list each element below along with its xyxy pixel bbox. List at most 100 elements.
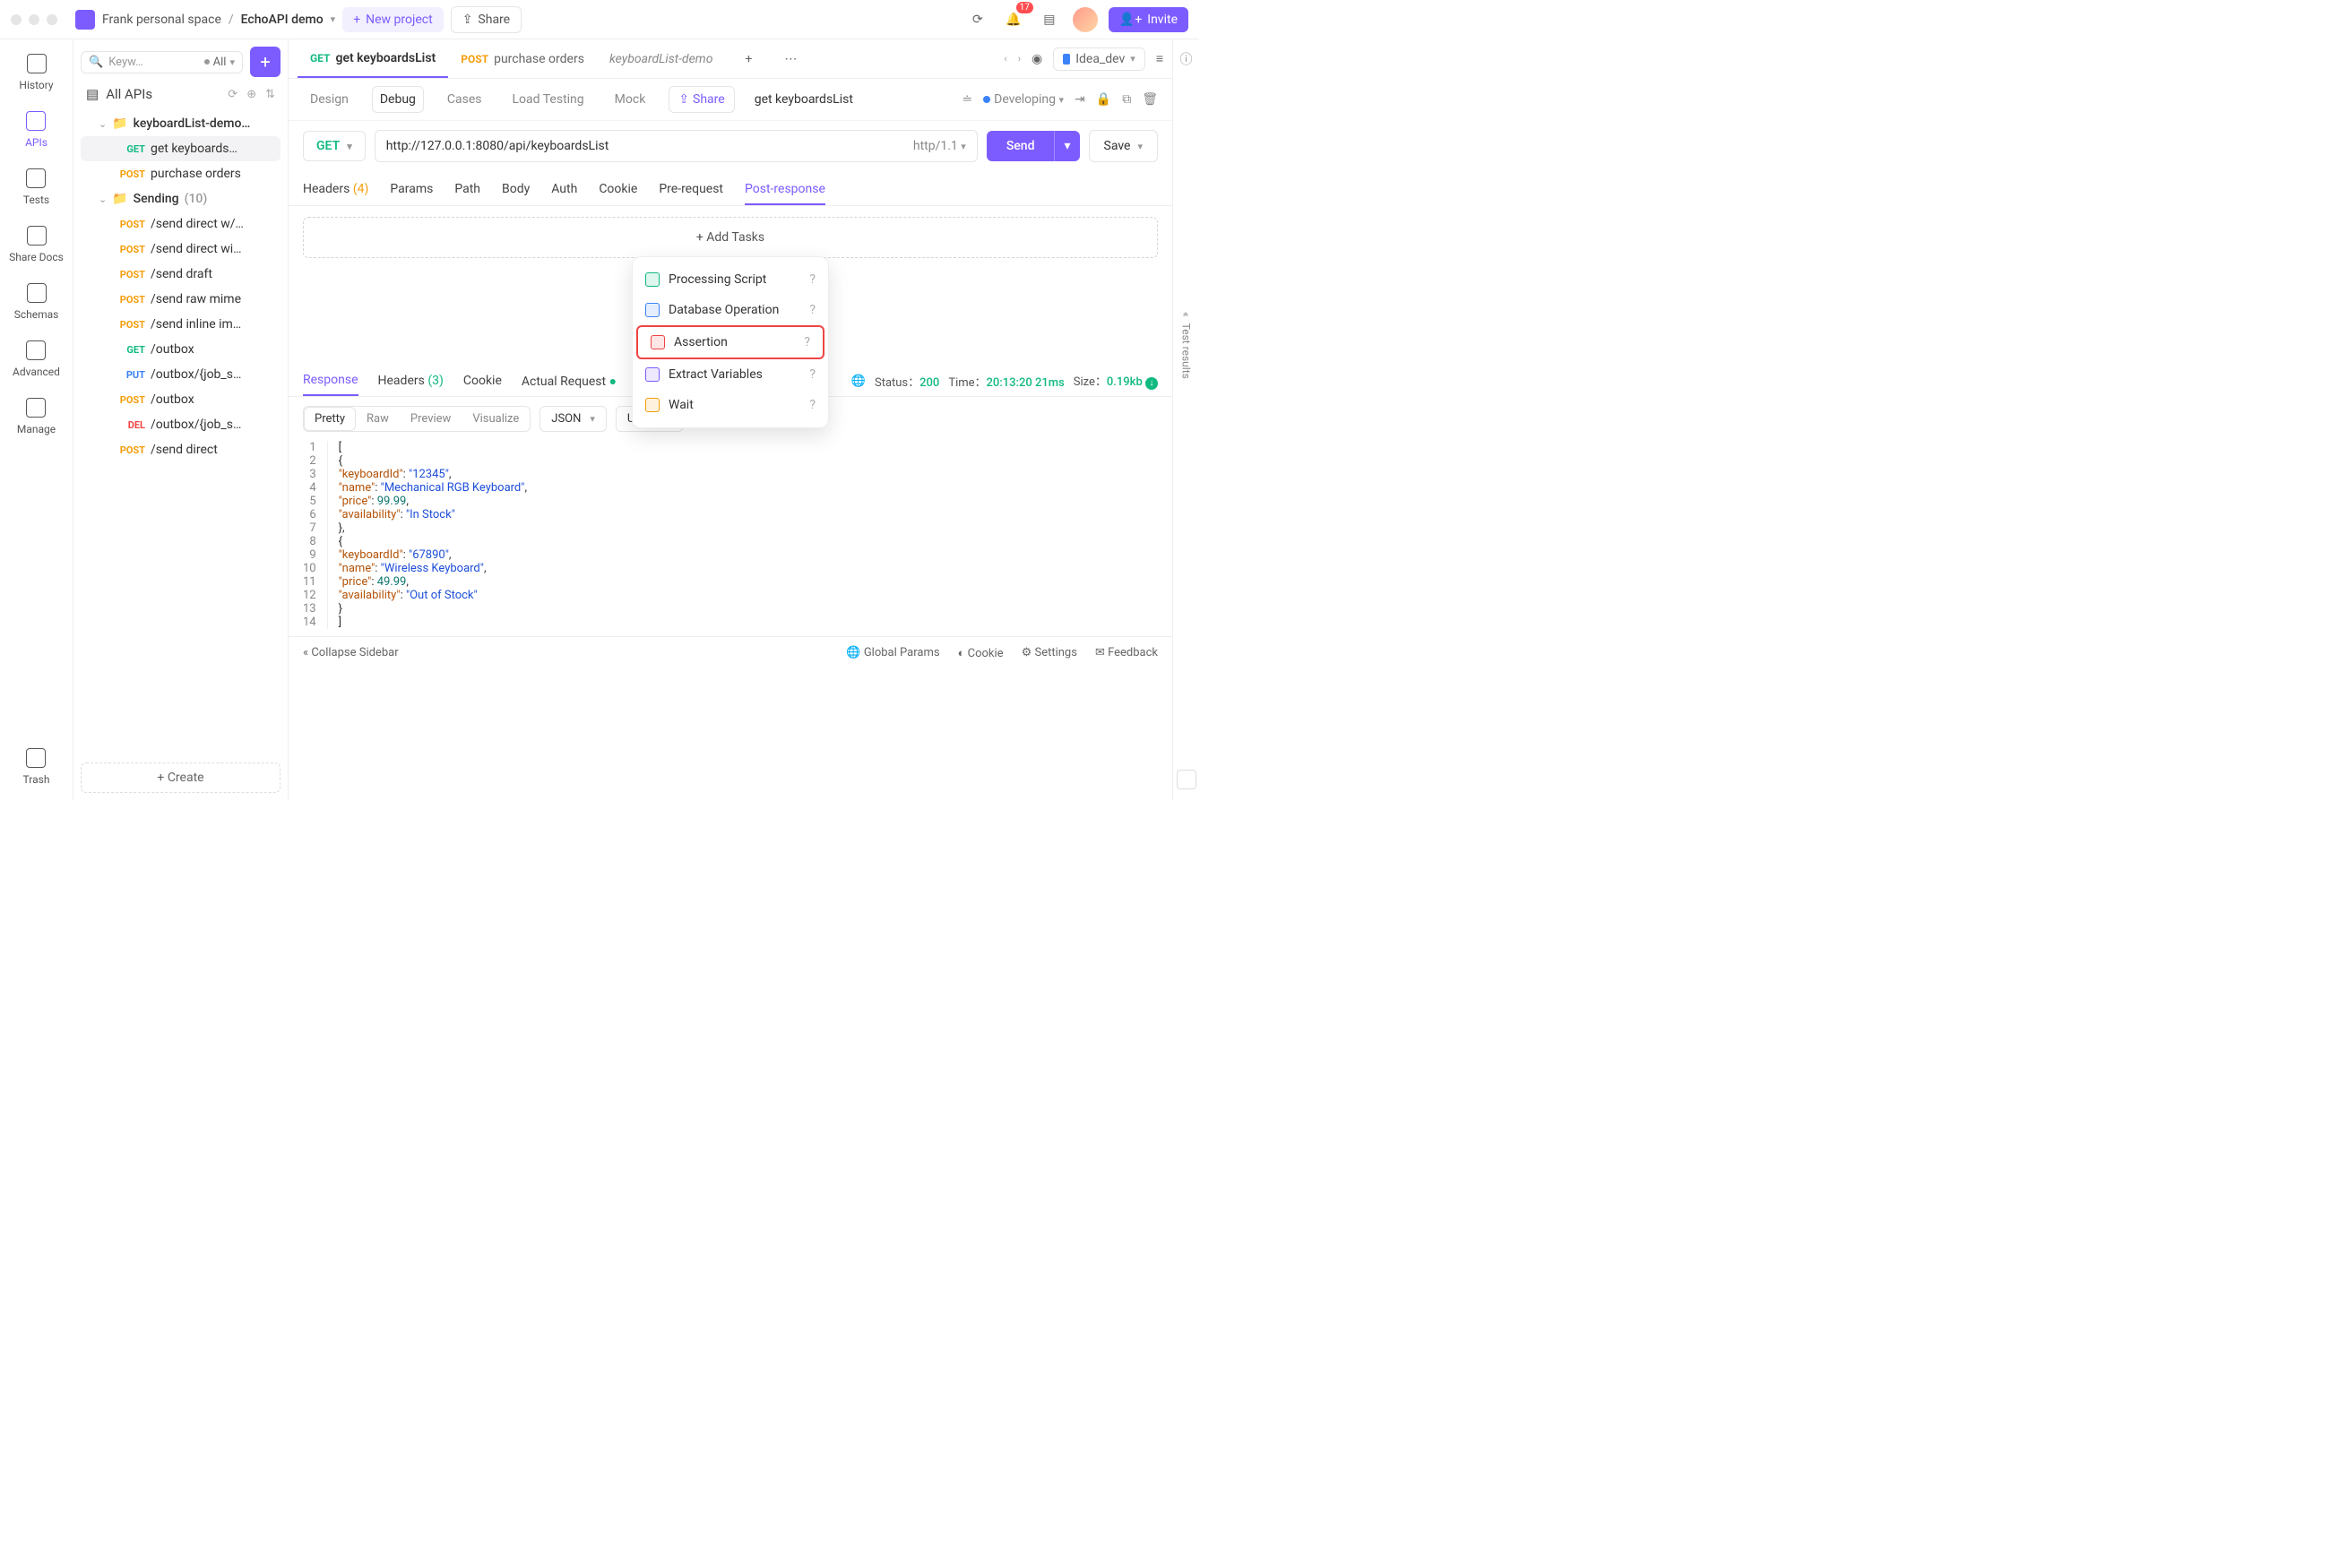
info-icon[interactable]: ⓘ xyxy=(1180,50,1193,68)
search-input[interactable]: 🔍 Keyw… All▾ xyxy=(81,51,243,73)
min-dot[interactable] xyxy=(29,14,39,25)
lock-icon[interactable]: 🔒 xyxy=(1096,92,1111,107)
menu-icon[interactable]: ≡ xyxy=(1156,51,1163,66)
rail-advanced[interactable]: Advanced xyxy=(13,340,60,378)
collapse-sidebar-button[interactable]: « Collapse Sidebar xyxy=(303,646,399,659)
tab-pre-request[interactable]: Pre-request xyxy=(659,175,723,205)
filter-dropdown[interactable]: All▾ xyxy=(204,56,235,69)
resp-tab-headers[interactable]: Headers (3) xyxy=(378,366,444,395)
view-pretty[interactable]: Pretty xyxy=(304,407,356,431)
subtab-share[interactable]: ⇪Share xyxy=(669,86,734,113)
all-apis-header[interactable]: ▤ All APIs ⟳ ⊕ ⇅ xyxy=(81,77,281,111)
delete-icon[interactable]: 🗑 xyxy=(1142,92,1158,107)
subtab-design[interactable]: Design xyxy=(303,87,356,112)
copy-icon[interactable]: ⧉ xyxy=(1122,92,1131,107)
request-tab[interactable]: GETget keyboardsList xyxy=(298,39,448,78)
format-selector[interactable]: JSON▾ xyxy=(540,406,607,432)
notes-icon[interactable]: ▤ xyxy=(1037,7,1062,32)
expand-icon[interactable] xyxy=(1177,770,1196,789)
task-option[interactable]: Assertion? xyxy=(636,325,824,359)
tree-item[interactable]: POST/send draft xyxy=(81,262,281,287)
method-selector[interactable]: GET▾ xyxy=(303,131,366,161)
notes-icon[interactable]: ≐ xyxy=(962,92,972,107)
rail-history[interactable]: History xyxy=(19,54,53,91)
subtab-mock[interactable]: Mock xyxy=(608,87,653,112)
tab-body[interactable]: Body xyxy=(502,175,530,205)
task-option[interactable]: Database Operation? xyxy=(633,295,828,325)
tab-headers[interactable]: Headers (4) xyxy=(303,175,368,205)
chevron-down-icon[interactable]: ▾ xyxy=(331,13,336,25)
resp-tab-actual[interactable]: Actual Request ● xyxy=(522,366,617,396)
protocol-selector[interactable]: http/1.1 ▾ xyxy=(913,139,966,153)
env-toggle-icon[interactable]: ◉ xyxy=(1032,52,1042,66)
add-api-button[interactable]: + xyxy=(250,47,281,77)
code-content[interactable]: [ { "keyboardId": "12345", "name": "Mech… xyxy=(328,441,527,629)
tab-path[interactable]: Path xyxy=(454,175,480,205)
new-project-button[interactable]: + New project xyxy=(342,7,444,32)
download-icon[interactable]: ↓ xyxy=(1145,377,1158,390)
invite-button[interactable]: 👤+ Invite xyxy=(1109,7,1188,32)
request-tab[interactable]: keyboardList-demo xyxy=(597,39,726,78)
global-params-button[interactable]: 🌐 Global Params xyxy=(846,646,939,659)
tree-item[interactable]: GETget keyboards… xyxy=(81,136,281,161)
tab-auth[interactable]: Auth xyxy=(551,175,577,205)
add-tasks-button[interactable]: + Add Tasks xyxy=(303,217,1158,258)
rail-share-docs[interactable]: Share Docs xyxy=(9,226,64,263)
tree-folder[interactable]: ⌄📁keyboardList-demo… xyxy=(81,111,281,136)
tree-item[interactable]: POST/send inline im… xyxy=(81,312,281,337)
tab-prev-icon[interactable]: ‹ xyxy=(1004,53,1006,65)
resp-tab-cookie[interactable]: Cookie xyxy=(463,366,502,395)
notifications-icon[interactable]: 🔔17 xyxy=(1001,7,1026,32)
target-icon[interactable]: ⊕ xyxy=(246,88,256,101)
close-dot[interactable] xyxy=(11,14,22,25)
rail-trash[interactable]: Trash xyxy=(23,748,50,786)
tab-next-icon[interactable]: › xyxy=(1018,53,1021,65)
tab-post-response[interactable]: Post-response xyxy=(745,175,825,205)
view-preview[interactable]: Preview xyxy=(400,407,462,431)
share-button[interactable]: ⇪ Share xyxy=(451,6,522,33)
tab-overflow-button[interactable]: ⋯ xyxy=(772,39,809,78)
subtab-debug[interactable]: Debug xyxy=(372,86,424,113)
add-tab-button[interactable]: + xyxy=(732,39,764,78)
task-option[interactable]: Wait? xyxy=(633,390,828,420)
avatar[interactable] xyxy=(1073,7,1098,32)
sync-icon[interactable]: ⟳ xyxy=(965,7,990,32)
subtab-load[interactable]: Load Testing xyxy=(505,87,591,112)
tree-item[interactable]: POST/send raw mime xyxy=(81,287,281,312)
max-dot[interactable] xyxy=(47,14,57,25)
tree-item[interactable]: POST/send direct wi… xyxy=(81,237,281,262)
tree-item[interactable]: GET/outbox xyxy=(81,337,281,362)
request-tab[interactable]: POSTpurchase orders xyxy=(448,39,597,78)
tab-cookie[interactable]: Cookie xyxy=(599,175,637,205)
send-button[interactable]: Send xyxy=(987,131,1055,161)
environment-selector[interactable]: Idea_dev ▾ xyxy=(1053,47,1145,71)
cookie-button[interactable]: ◐ Cookie xyxy=(958,646,1004,660)
export-icon[interactable]: ⇥ xyxy=(1075,92,1085,107)
refresh-icon[interactable]: ⟳ xyxy=(228,88,237,101)
rail-schemas[interactable]: Schemas xyxy=(14,283,59,321)
tree-item[interactable]: DEL/outbox/{job_s… xyxy=(81,412,281,437)
sort-icon[interactable]: ⇅ xyxy=(265,88,275,101)
view-raw[interactable]: Raw xyxy=(356,407,400,431)
send-dropdown[interactable]: ▾ xyxy=(1054,131,1079,161)
rail-manage[interactable]: Manage xyxy=(17,398,56,435)
tab-params[interactable]: Params xyxy=(390,175,433,205)
project-name[interactable]: EchoAPI demo xyxy=(241,13,324,27)
tree-item[interactable]: POST/send direct xyxy=(81,437,281,462)
resp-tab-response[interactable]: Response xyxy=(303,366,358,396)
settings-button[interactable]: ⚙ Settings xyxy=(1022,646,1077,659)
subtab-cases[interactable]: Cases xyxy=(440,87,489,112)
tree-item[interactable]: PUT/outbox/{job_s… xyxy=(81,362,281,387)
task-option[interactable]: Extract Variables? xyxy=(633,359,828,390)
rail-apis[interactable]: APIs xyxy=(25,111,47,149)
view-visualize[interactable]: Visualize xyxy=(462,407,530,431)
tree-item[interactable]: POSTpurchase orders xyxy=(81,161,281,186)
url-input[interactable]: http://127.0.0.1:8080/api/keyboardsList … xyxy=(375,130,978,162)
status-dropdown[interactable]: Developing ▾ xyxy=(983,92,1064,107)
rail-tests[interactable]: Tests xyxy=(23,168,49,206)
save-button[interactable]: Save▾ xyxy=(1089,130,1158,162)
tree-item[interactable]: POST/outbox xyxy=(81,387,281,412)
create-button[interactable]: + Create xyxy=(81,762,281,793)
feedback-button[interactable]: ✉ Feedback xyxy=(1095,646,1158,659)
test-results-tab[interactable]: « Test results xyxy=(1180,312,1193,379)
